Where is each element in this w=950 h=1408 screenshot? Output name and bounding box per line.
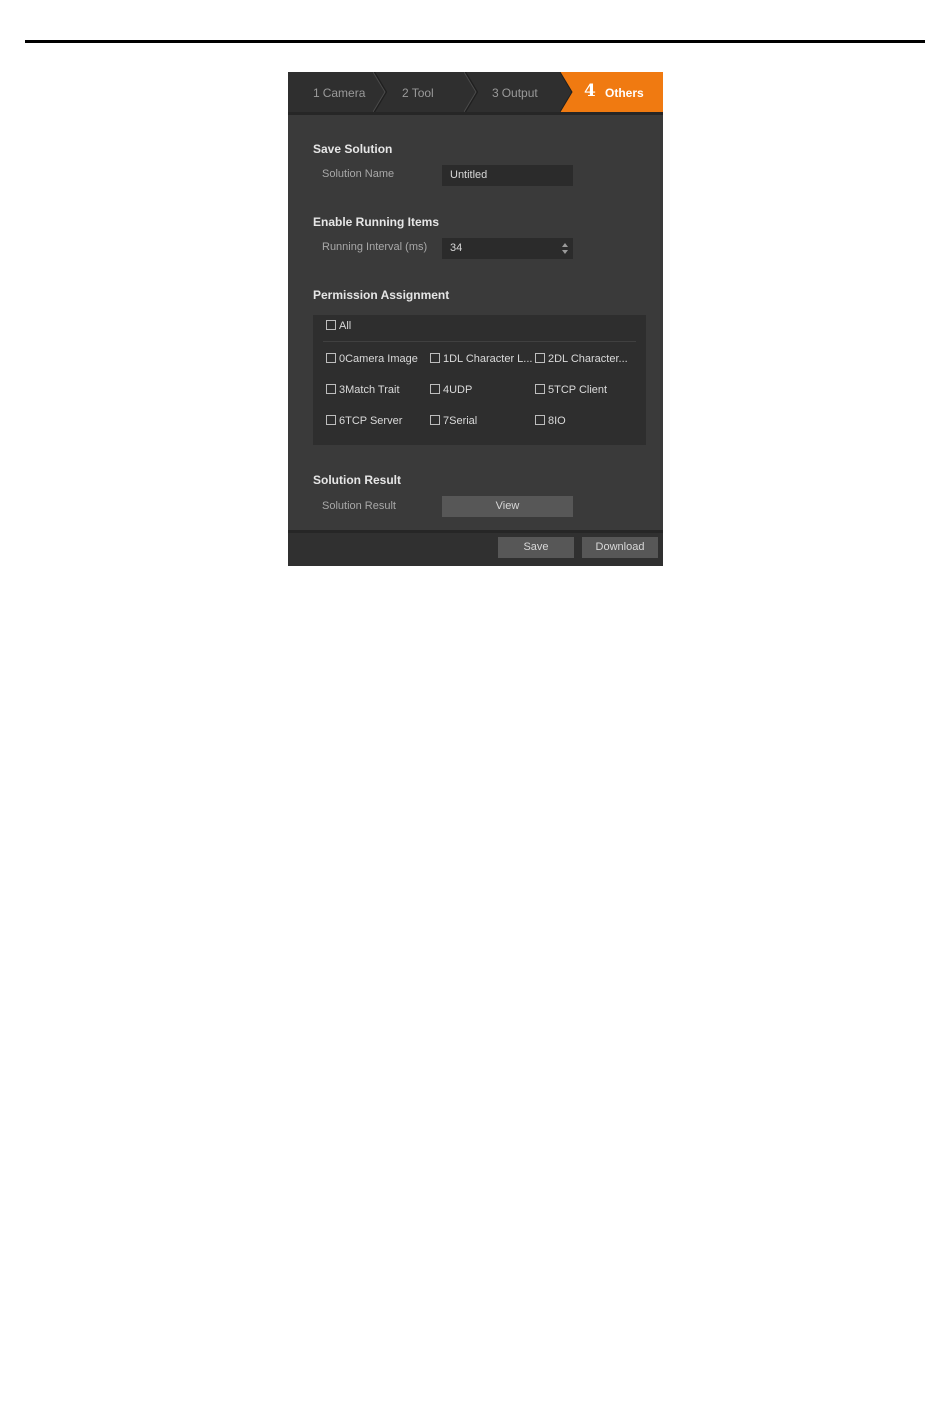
running-interval-value: 34: [450, 242, 463, 254]
step-separator-icon: [373, 72, 387, 112]
spin-arrows-icon[interactable]: [562, 242, 568, 255]
checkbox-label: All: [339, 320, 352, 332]
permission-checkbox[interactable]: 6TCP Server: [326, 414, 402, 428]
solution-settings-window: 1 Camera 2 Tool 3 Output 4 Others Save Solu…: [288, 72, 663, 566]
permission-checkbox[interactable]: 4UDP: [430, 383, 472, 397]
checkbox-label: 6TCP Server: [339, 415, 403, 427]
permission-checkbox[interactable]: 3Match Trait: [326, 383, 400, 397]
save-solution-title: Save Solution: [313, 142, 393, 156]
checkbox-icon: [326, 384, 336, 394]
permission-title: Permission Assignment: [313, 288, 450, 302]
checkbox-icon: [430, 353, 440, 363]
checkbox-icon: [535, 384, 545, 394]
permission-checkbox[interactable]: 0Camera Image: [326, 352, 418, 366]
wizard-steps: 1 Camera 2 Tool 3 Output 4 Others: [288, 72, 663, 112]
checkbox-label: 5TCP Client: [548, 384, 608, 396]
steps-divider: [288, 112, 663, 115]
running-items-title: Enable Running Items: [313, 215, 440, 229]
permission-all-checkbox[interactable]: All: [326, 319, 351, 333]
solution-name-input[interactable]: Untitled: [442, 165, 573, 186]
solution-name-label: Solution Name: [322, 168, 395, 180]
step-label: Output: [501, 86, 538, 100]
step-separator-icon: [560, 72, 573, 112]
solution-result-title: Solution Result: [313, 473, 401, 487]
step-number: 3: [492, 86, 499, 100]
checkbox-label: 8IO: [548, 415, 566, 427]
view-button[interactable]: View: [442, 496, 573, 517]
page-top-rule: [25, 40, 925, 43]
permission-checkbox[interactable]: 5TCP Client: [535, 383, 607, 397]
checkbox-label: 1DL Character L...: [443, 353, 533, 365]
permission-checkbox[interactable]: 8IO: [535, 414, 566, 428]
step-label: Tool: [411, 86, 434, 100]
step-number: 2: [402, 86, 409, 100]
running-interval-stepper[interactable]: 34: [442, 238, 573, 259]
permission-checkbox[interactable]: 7Serial: [430, 414, 477, 428]
solution-result-label: Solution Result: [322, 500, 396, 512]
step-label: Camera: [322, 86, 366, 100]
checkbox-label: 2DL Character...: [548, 353, 628, 365]
checkbox-icon: [430, 415, 440, 425]
checkbox-icon: [326, 415, 336, 425]
permission-divider: [323, 341, 636, 342]
checkbox-icon: [430, 384, 440, 394]
permission-panel: All 0Camera Image 1DL Character L... 2DL…: [313, 315, 646, 445]
save-button[interactable]: Save: [498, 537, 574, 558]
step-separator-icon: [464, 72, 478, 112]
step-label: Others: [605, 86, 644, 100]
checkbox-icon: [535, 415, 545, 425]
step-tool[interactable]: 2 Tool: [402, 72, 434, 112]
download-button[interactable]: Download: [582, 537, 658, 558]
permission-checkbox[interactable]: 1DL Character L...: [430, 352, 532, 366]
step-others[interactable]: 4 Others: [560, 72, 663, 112]
step-number: 1: [313, 86, 320, 100]
checkbox-label: 3Match Trait: [339, 384, 400, 396]
permission-checkbox[interactable]: 2DL Character...: [535, 352, 628, 366]
checkbox-label: 7Serial: [443, 415, 478, 427]
checkbox-icon: [326, 320, 336, 330]
running-interval-label: Running Interval (ms): [322, 241, 428, 253]
checkbox-icon: [535, 353, 545, 363]
checkbox-icon: [326, 353, 336, 363]
step-number: 4: [584, 81, 596, 101]
step-camera[interactable]: 1 Camera: [313, 72, 365, 112]
checkbox-label: 4UDP: [443, 384, 473, 396]
step-output[interactable]: 3 Output: [492, 72, 538, 112]
checkbox-label: 0Camera Image: [339, 353, 418, 365]
footer-bar: Save Download: [288, 530, 663, 566]
